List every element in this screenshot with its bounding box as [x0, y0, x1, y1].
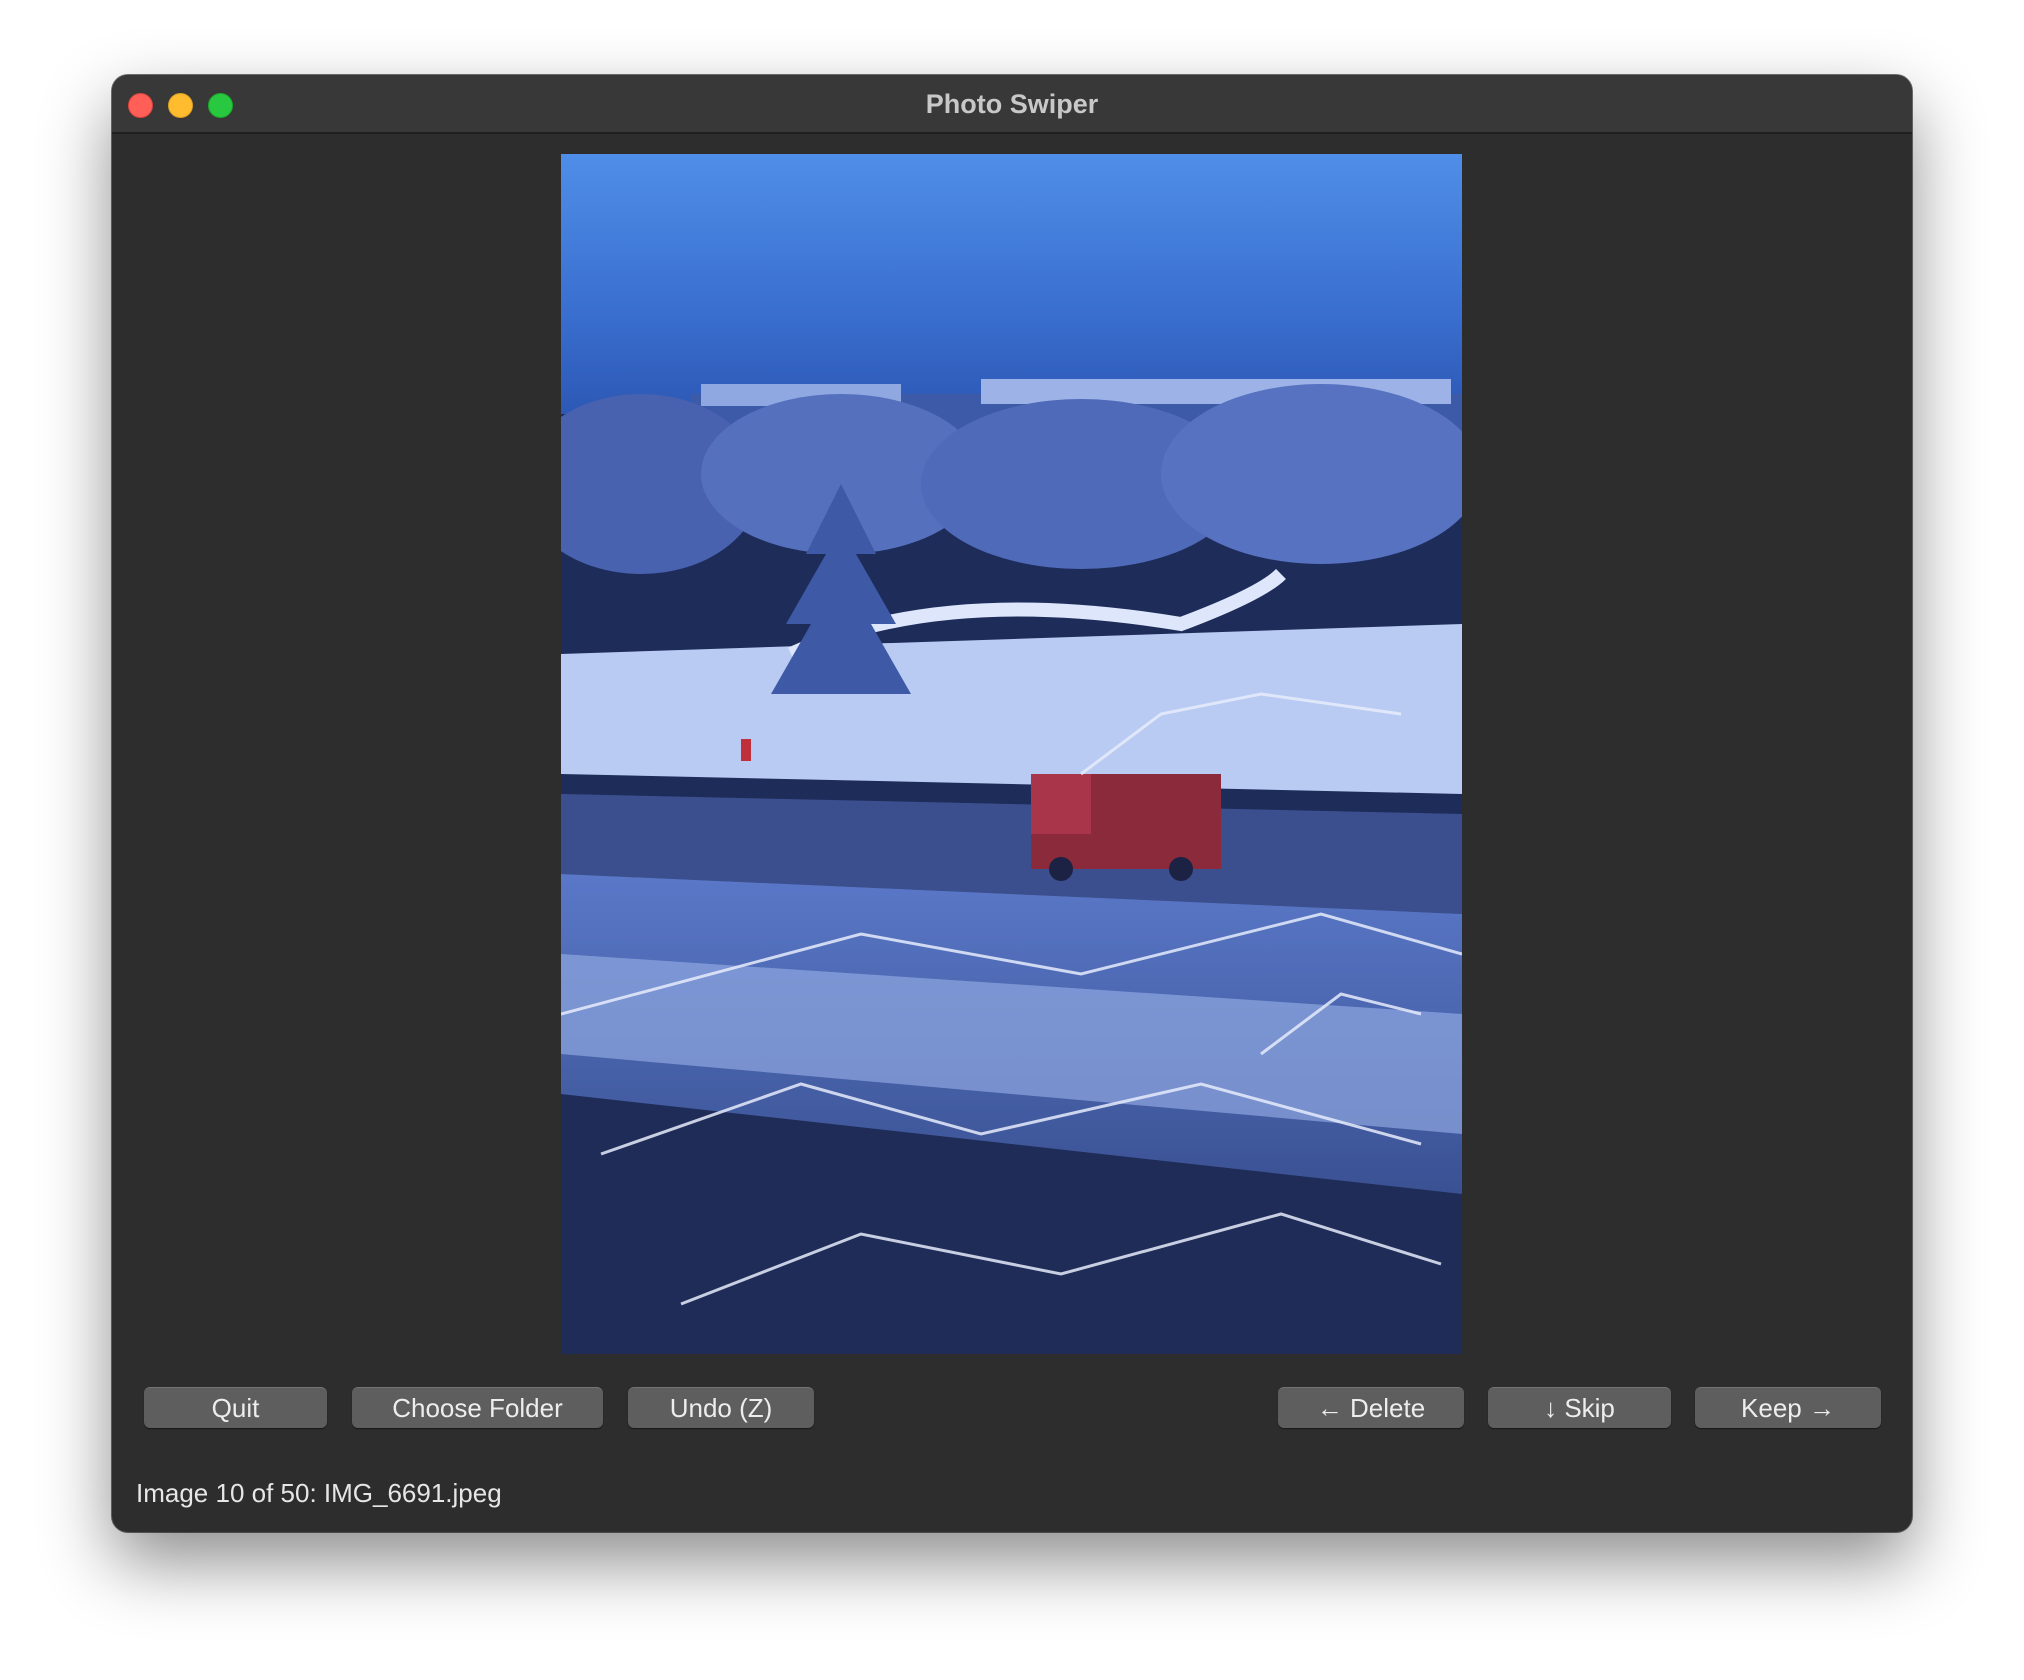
delete-button[interactable]: ← Delete: [1278, 1387, 1464, 1428]
quit-button[interactable]: Quit: [144, 1387, 327, 1428]
app-window: Photo Swiper Quit Choose Folder Undo (Z)…: [112, 75, 1912, 1532]
window-title: Photo Swiper: [925, 89, 1099, 119]
undo-button[interactable]: Undo (Z): [628, 1387, 814, 1428]
keep-button[interactable]: Keep →: [1695, 1387, 1881, 1428]
status-label: Image 10 of 50: IMG_6691.jpeg: [136, 1478, 502, 1508]
choose-folder-button[interactable]: Choose Folder: [352, 1387, 603, 1428]
skip-button[interactable]: ↓ Skip: [1488, 1387, 1671, 1428]
photo-preview: [561, 154, 1462, 1354]
title-bar[interactable]: Photo Swiper: [112, 75, 1912, 134]
